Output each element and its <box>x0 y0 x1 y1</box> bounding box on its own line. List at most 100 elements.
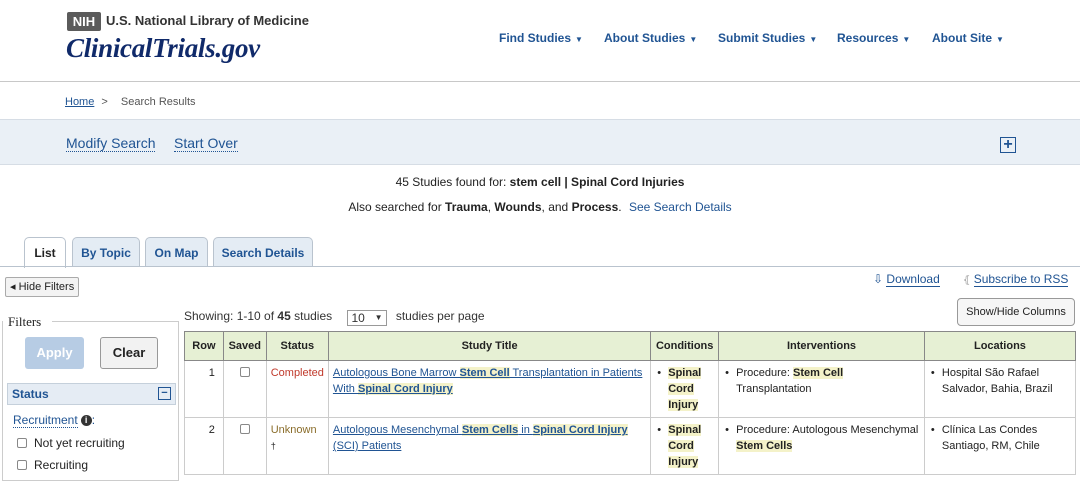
filters-divider <box>52 321 179 322</box>
col-locations[interactable]: Locations <box>923 331 1077 361</box>
nav-label: About Site <box>932 31 992 45</box>
plus-square-icon[interactable]: + <box>1000 137 1016 153</box>
also-term: Trauma <box>445 200 488 214</box>
site-logo[interactable]: ClinicalTrials.gov <box>66 33 260 64</box>
condition-word: Cord <box>668 440 694 452</box>
nav-submit-studies[interactable]: Submit Studies ▼ <box>718 31 817 45</box>
clear-button[interactable]: Clear <box>100 337 158 369</box>
locations-cell: Hospital São Rafael Salvador, Bahia, Bra… <box>923 360 1077 418</box>
interventions-cell: Procedure: Autologous Mesenchymal Stem C… <box>718 417 925 475</box>
title-highlight: Spinal Cord Injury <box>357 383 453 395</box>
filter-option-label: Not yet recruiting <box>34 436 125 450</box>
col-status[interactable]: Status <box>265 331 329 361</box>
col-conditions[interactable]: Conditions <box>650 331 720 361</box>
condition-word: Cord <box>668 383 694 395</box>
nih-logo[interactable]: NIH <box>67 12 101 31</box>
nlm-name[interactable]: U.S. National Library of Medicine <box>106 13 309 28</box>
per-page-suffix: studies per page <box>395 309 485 323</box>
search-query: stem cell | Spinal Cord Injuries <box>509 175 685 189</box>
intervention-part: Procedure: Autologous Mesenchymal <box>736 424 919 436</box>
intervention-item: Procedure: Autologous Mesenchymal Stem C… <box>723 422 920 454</box>
nav-resources[interactable]: Resources ▼ <box>837 31 910 45</box>
saved-cell <box>222 417 267 475</box>
nav-label: Find Studies <box>499 31 571 45</box>
apply-button[interactable]: Apply <box>25 337 84 369</box>
caret-down-icon: ▼ <box>689 35 698 44</box>
filters-title: Filters <box>8 314 42 329</box>
title-cell: Autologous Mesenchymal Stem Cells in Spi… <box>327 417 652 475</box>
results-table: Row Saved Status Study Title Conditions … <box>184 331 1077 475</box>
tab-list[interactable]: List <box>24 237 66 268</box>
rss-icon: ⦃ <box>963 275 971 286</box>
download-link[interactable]: ⇩ Download <box>873 272 940 287</box>
intervention-highlight: Stem Cells <box>736 440 793 452</box>
download-label: Download <box>886 272 940 287</box>
status-cell: Unknown † <box>265 417 329 475</box>
conditions-cell: Spinal Cord Injury <box>650 417 720 475</box>
condition-word: Injury <box>668 399 699 411</box>
also-and: and <box>548 200 569 214</box>
locations-cell: Clínica Las Condes Santiago, RM, Chile <box>923 417 1077 475</box>
nav-about-studies[interactable]: About Studies ▼ <box>604 31 697 45</box>
interventions-cell: Procedure: Stem Cell Transplantation <box>718 360 925 418</box>
info-icon[interactable]: i <box>80 415 92 426</box>
col-study-title[interactable]: Study Title <box>327 331 652 361</box>
also-prefix: Also searched for <box>348 200 442 214</box>
checkbox[interactable] <box>17 460 27 470</box>
title-highlight: Stem Cells <box>461 424 519 436</box>
col-row[interactable]: Row <box>184 331 224 361</box>
see-search-details-link[interactable]: See Search Details <box>629 200 732 214</box>
intervention-item: Procedure: Stem Cell Transplantation <box>723 365 920 397</box>
collapse-icon[interactable]: − <box>158 387 171 400</box>
breadcrumb-home[interactable]: Home <box>65 96 94 108</box>
col-interventions[interactable]: Interventions <box>718 331 925 361</box>
tab-by-topic[interactable]: By Topic <box>72 237 140 267</box>
nav-about-site[interactable]: About Site ▼ <box>932 31 1004 45</box>
save-checkbox[interactable] <box>239 424 250 434</box>
status-footnote-mark[interactable]: † <box>271 441 276 451</box>
modify-search-bar: Modify Search Start Over + <box>0 119 1080 165</box>
site-header: NIH U.S. National Library of Medicine Cl… <box>0 0 1080 82</box>
also-term: Wounds <box>494 200 542 214</box>
caret-down-icon: ▼ <box>374 313 383 322</box>
col-saved[interactable]: Saved <box>222 331 267 361</box>
table-header-row: Row Saved Status Study Title Conditions … <box>184 331 1077 361</box>
caret-down-icon: ▼ <box>996 35 1004 44</box>
condition-item: Spinal Cord Injury <box>655 422 714 470</box>
status-section-header[interactable]: Status − <box>7 383 176 405</box>
table-row: 2 Unknown † Autologous Mesenchymal Stem … <box>184 417 1077 475</box>
tab-search-details[interactable]: Search Details <box>213 237 313 267</box>
location-item: Clínica Las Condes Santiago, RM, Chile <box>929 422 1071 454</box>
study-title-link[interactable]: Autologous Mesenchymal Stem Cells in Spi… <box>333 424 628 452</box>
rss-link[interactable]: ⦃ Subscribe to RSS <box>963 272 1069 287</box>
download-icon: ⇩ <box>873 272 884 286</box>
intervention-highlight: Stem Cell <box>793 367 844 379</box>
breadcrumb: Home > Search Results <box>65 96 196 108</box>
title-part: Autologous Mesenchymal <box>332 424 462 436</box>
caret-down-icon: ▼ <box>575 35 583 44</box>
per-page-select[interactable]: 10 ▼ <box>347 310 388 326</box>
study-title-link[interactable]: Autologous Bone Marrow Stem Cell Transpl… <box>333 367 642 395</box>
nav-find-studies[interactable]: Find Studies ▼ <box>499 31 583 45</box>
status-section-label: Status <box>12 387 49 401</box>
recruitment-text[interactable]: Recruitment <box>13 413 78 428</box>
checkbox[interactable] <box>17 438 27 448</box>
caret-down-icon: ▼ <box>809 35 818 44</box>
title-cell: Autologous Bone Marrow Stem Cell Transpl… <box>327 360 652 418</box>
start-over-link[interactable]: Start Over <box>174 135 238 152</box>
hide-filters-button[interactable]: ◂ Hide Filters <box>5 277 80 297</box>
show-hide-columns-button[interactable]: Show/Hide Columns <box>957 298 1075 326</box>
title-part: in <box>518 424 533 436</box>
breadcrumb-separator: > <box>101 96 108 108</box>
arrow-left-icon: ◂ <box>10 281 16 293</box>
tab-on-map[interactable]: On Map <box>145 237 208 267</box>
results-count: 45 Studies found for: stem cell | Spinal… <box>0 175 1080 189</box>
hide-filters-label: Hide Filters <box>18 281 75 293</box>
condition-word: Spinal <box>668 367 702 379</box>
condition-item: Spinal Cord Injury <box>655 365 714 413</box>
saved-cell <box>222 360 267 418</box>
save-checkbox[interactable] <box>239 367 250 377</box>
modify-search-link[interactable]: Modify Search <box>66 135 156 152</box>
status-text: Completed <box>270 367 324 379</box>
filter-not-yet-recruiting[interactable]: Not yet recruiting <box>17 436 125 450</box>
